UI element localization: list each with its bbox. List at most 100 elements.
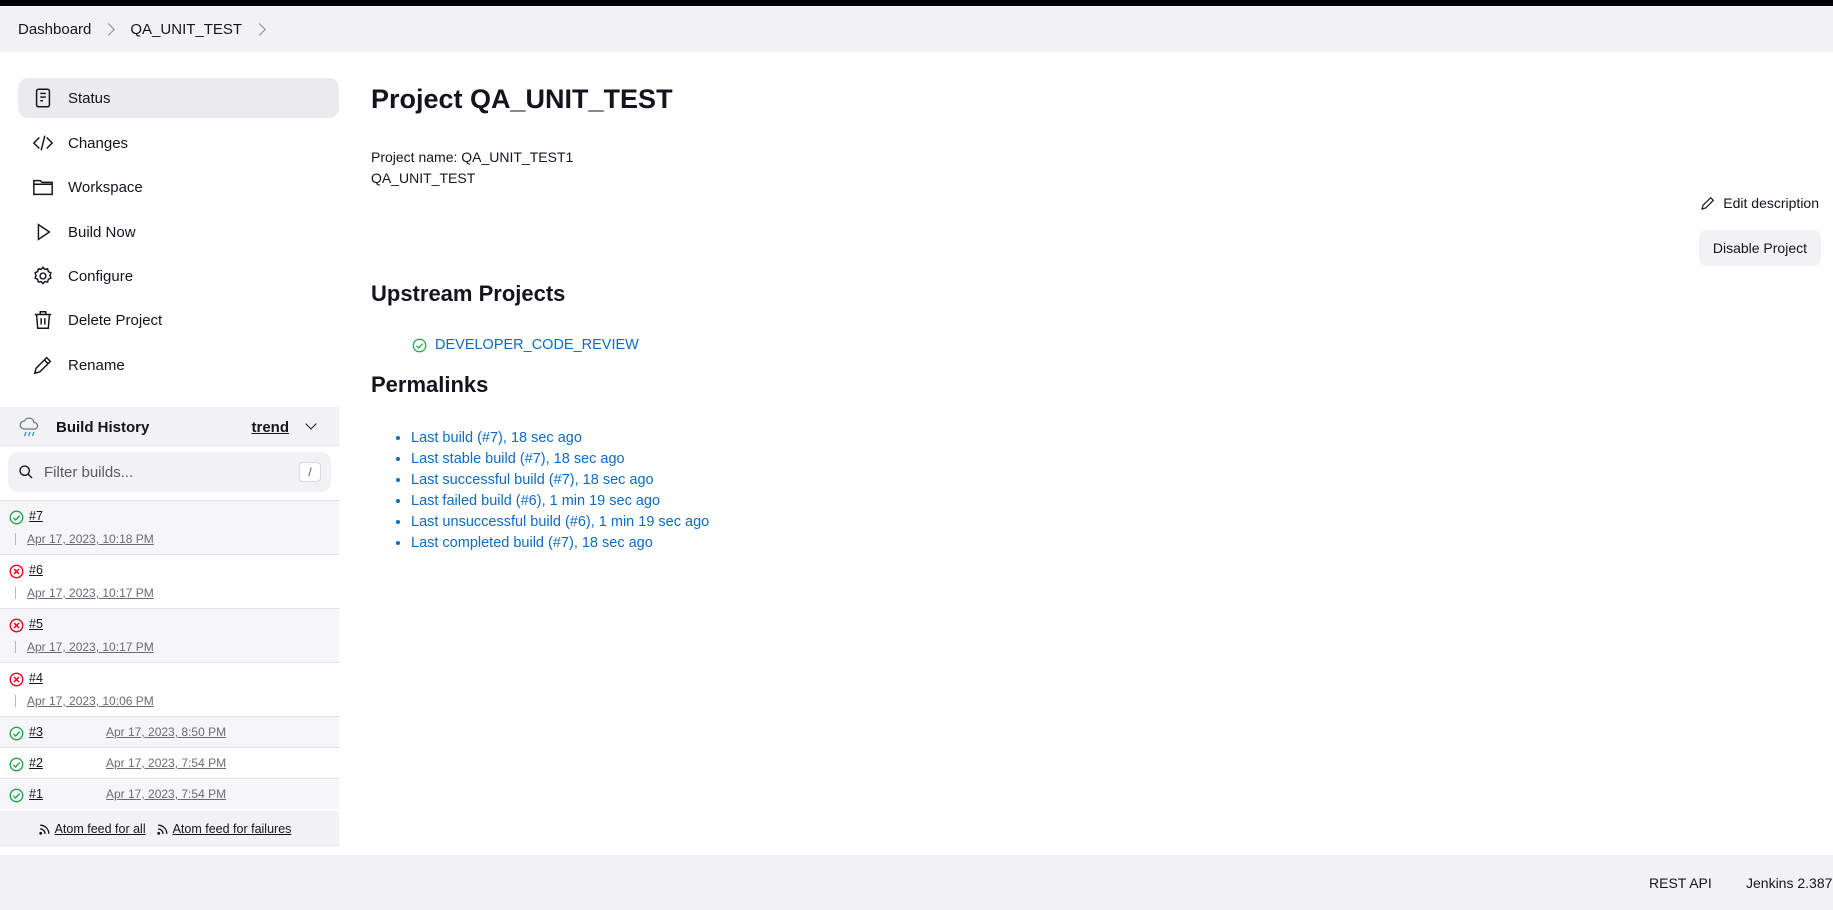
build-date-link[interactable]: Apr 17, 2023, 10:06 PM <box>27 694 154 708</box>
folder-icon <box>33 179 53 196</box>
chevron-right-icon[interactable] <box>253 22 266 36</box>
build-divider <box>15 533 16 545</box>
build-row: #1 Apr 17, 2023, 7:54 PM <box>0 778 339 809</box>
build-row: #4 Apr 17, 2023, 10:06 PM <box>0 662 339 716</box>
sidebar-item-delete-project[interactable]: Delete Project <box>18 300 339 340</box>
sidebar-item-workspace[interactable]: Workspace <box>18 167 339 207</box>
build-date-link[interactable]: Apr 17, 2023, 8:50 PM <box>106 725 226 739</box>
permalink-last-unsuccessful-build[interactable]: Last unsuccessful build (#6), 1 min 19 s… <box>411 514 709 530</box>
list-item: Last successful build (#7), 18 sec ago <box>411 470 709 491</box>
list-item: Last completed build (#7), 18 sec ago <box>411 533 709 554</box>
trend-link[interactable]: trend <box>252 419 290 436</box>
atom-feeds: Atom feed for all Atom feed for failures <box>0 811 339 847</box>
play-icon <box>37 223 51 241</box>
success-icon <box>412 338 427 352</box>
permalink-last-failed-build[interactable]: Last failed build (#6), 1 min 19 sec ago <box>411 493 660 509</box>
breadcrumb-dashboard[interactable]: Dashboard <box>18 21 91 38</box>
build-row: #6 Apr 17, 2023, 10:17 PM <box>0 554 339 608</box>
list-item: Last unsuccessful build (#6), 1 min 19 s… <box>411 512 709 533</box>
shortcut-hint: / <box>299 462 321 482</box>
build-row: #2 Apr 17, 2023, 7:54 PM <box>0 747 339 778</box>
upstream-projects-heading: Upstream Projects <box>371 281 566 306</box>
jenkins-version[interactable]: Jenkins 2.387.2 <box>1746 875 1833 891</box>
build-divider <box>15 587 16 599</box>
page-title: Project QA_UNIT_TEST <box>371 84 673 114</box>
atom-feed-failures-link[interactable]: Atom feed for failures <box>173 822 292 836</box>
failure-icon <box>9 672 24 687</box>
chevron-right-icon <box>102 22 116 36</box>
sidebar-item-label: Rename <box>68 356 125 374</box>
build-history-title: Build History <box>56 418 150 436</box>
build-date-link[interactable]: Apr 17, 2023, 7:54 PM <box>106 787 226 801</box>
description-line: QA_UNIT_TEST <box>371 170 476 186</box>
sidebar-item-label: Workspace <box>68 178 143 196</box>
disable-project-button[interactable]: Disable Project <box>1698 230 1821 266</box>
sidebar-item-rename[interactable]: Rename <box>18 345 339 385</box>
build-date-link[interactable]: Apr 17, 2023, 10:17 PM <box>27 586 154 600</box>
rss-icon <box>156 824 168 835</box>
footer: REST API Jenkins 2.387.2 <box>0 855 1833 910</box>
status-icon <box>35 88 51 108</box>
build-divider <box>15 695 16 707</box>
list-item: Last build (#7), 18 sec ago <box>411 428 709 449</box>
permalink-last-completed-build[interactable]: Last completed build (#7), 18 sec ago <box>411 535 653 551</box>
build-number-link[interactable]: #1 <box>29 787 43 801</box>
edit-description-label: Edit description <box>1723 195 1819 211</box>
sidebar-item-configure[interactable]: Configure <box>18 256 339 296</box>
success-icon <box>9 788 24 803</box>
permalinks-list: Last build (#7), 18 sec ago Last stable … <box>411 428 709 554</box>
failure-icon <box>9 618 24 633</box>
build-row: #7 Apr 17, 2023, 10:18 PM <box>0 500 339 554</box>
breadcrumb-project[interactable]: QA_UNIT_TEST <box>130 21 242 38</box>
build-number-link[interactable]: #7 <box>29 509 43 523</box>
permalink-last-build[interactable]: Last build (#7), 18 sec ago <box>411 430 582 446</box>
sidebar-item-changes[interactable]: Changes <box>18 123 339 163</box>
upstream-project-item: DEVELOPER_CODE_REVIEW <box>412 337 639 353</box>
sidebar-item-status[interactable]: Status <box>18 78 339 118</box>
build-date-link[interactable]: Apr 17, 2023, 7:54 PM <box>106 756 226 770</box>
build-filter: / <box>8 452 331 492</box>
sidebar-item-label: Configure <box>68 267 134 285</box>
permalinks-heading: Permalinks <box>371 372 489 397</box>
permalink-last-stable-build[interactable]: Last stable build (#7), 18 sec ago <box>411 451 625 467</box>
sidebar-item-label: Delete Project <box>68 311 163 329</box>
success-icon <box>9 510 24 525</box>
filter-builds-input[interactable] <box>44 463 284 481</box>
trash-icon <box>34 311 52 329</box>
build-history-header: Build History trend <box>0 407 339 447</box>
build-number-link[interactable]: #3 <box>29 725 43 739</box>
build-divider <box>15 641 16 653</box>
project-description: Project name: QA_UNIT_TEST1 QA_UNIT_TEST <box>371 147 573 189</box>
sidebar-item-build-now[interactable]: Build Now <box>18 212 339 252</box>
sidebar-item-label: Changes <box>68 134 129 152</box>
search-icon <box>19 465 33 479</box>
breadcrumb: Dashboard QA_UNIT_TEST <box>0 6 1833 52</box>
rest-api-link[interactable]: REST API <box>1649 875 1712 891</box>
build-row: #3 Apr 17, 2023, 8:50 PM <box>0 716 339 747</box>
pencil-icon <box>1701 196 1715 210</box>
build-row: #5 Apr 17, 2023, 10:17 PM <box>0 608 339 662</box>
pencil-icon <box>33 356 52 375</box>
permalink-last-successful-build[interactable]: Last successful build (#7), 18 sec ago <box>411 472 654 488</box>
build-number-link[interactable]: #4 <box>29 671 43 685</box>
build-number-link[interactable]: #5 <box>29 617 43 631</box>
gear-icon <box>34 266 52 285</box>
failure-icon <box>9 564 24 579</box>
success-icon <box>9 726 24 741</box>
sidebar-item-label: Build Now <box>68 223 136 241</box>
chevron-down-icon[interactable] <box>305 418 317 430</box>
list-item: Last stable build (#7), 18 sec ago <box>411 449 709 470</box>
build-date-link[interactable]: Apr 17, 2023, 10:18 PM <box>27 532 154 546</box>
edit-description-link[interactable]: Edit description <box>1700 195 1819 211</box>
build-number-link[interactable]: #2 <box>29 756 43 770</box>
list-item: Last failed build (#6), 1 min 19 sec ago <box>411 491 709 512</box>
weather-rain-icon <box>19 417 39 437</box>
build-number-link[interactable]: #6 <box>29 563 43 577</box>
build-date-link[interactable]: Apr 17, 2023, 10:17 PM <box>27 640 154 654</box>
description-line: Project name: QA_UNIT_TEST1 <box>371 149 574 165</box>
upstream-project-link[interactable]: DEVELOPER_CODE_REVIEW <box>435 337 639 353</box>
success-icon <box>9 757 24 772</box>
code-icon <box>32 135 54 151</box>
atom-feed-all-link[interactable]: Atom feed for all <box>55 822 146 836</box>
rss-icon <box>38 824 50 835</box>
